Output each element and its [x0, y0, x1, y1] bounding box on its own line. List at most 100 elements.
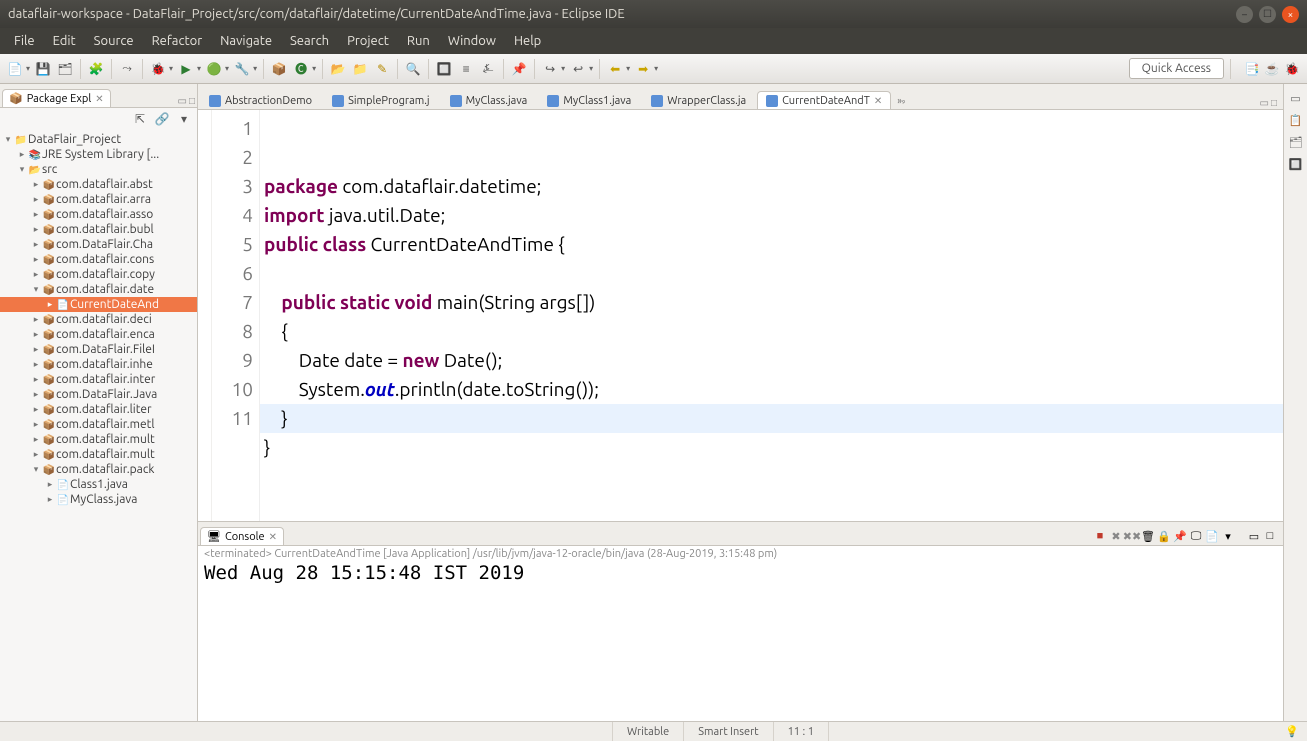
back-button[interactable]: ⬅ [606, 60, 624, 78]
package-node[interactable]: ▾📦com.dataflair.pack [0, 462, 197, 477]
outline-icon[interactable]: 🗂 [1288, 134, 1304, 150]
next-annotation-button[interactable]: ↪ [541, 60, 559, 78]
package-node[interactable]: ▸📦com.dataflair.cons [0, 252, 197, 267]
menu-window[interactable]: Window [440, 32, 504, 50]
console-tab[interactable]: 🖥 Console ✕ [200, 527, 284, 545]
new-dropdown[interactable]: ▾ [26, 64, 30, 73]
editor-tab[interactable]: AbstractionDemo [200, 91, 321, 109]
tip-icon[interactable]: 💡 [1285, 725, 1299, 738]
toggle-block-button[interactable]: ≡ [457, 60, 475, 78]
minimize-editor-icon[interactable]: ▭ [1260, 97, 1269, 109]
display-console-button[interactable]: 🖵 [1189, 529, 1203, 543]
package-node[interactable]: ▸📦com.dataflair.arra [0, 192, 197, 207]
restore-view-icon[interactable]: ▭ [1288, 90, 1304, 106]
menu-source[interactable]: Source [86, 32, 142, 50]
menu-file[interactable]: File [6, 32, 43, 50]
code-content[interactable]: package com.dataflair.datetime; import j… [260, 110, 1283, 521]
run-button[interactable]: ▶ [177, 60, 195, 78]
package-node[interactable]: ▸📦com.dataflair.inter [0, 372, 197, 387]
pin-console-button[interactable]: 📌 [1173, 529, 1187, 543]
task-list-icon[interactable]: 📋 [1288, 112, 1304, 128]
close-view-icon[interactable]: ✕ [95, 93, 103, 105]
save-all-button[interactable]: 🗂 [56, 60, 74, 78]
prev-ann-dropdown[interactable]: ▾ [589, 64, 593, 73]
next-ann-dropdown[interactable]: ▾ [561, 64, 565, 73]
trim-item-icon[interactable]: 🔲 [1288, 156, 1304, 172]
more-tabs-indicator[interactable]: »⁹ [897, 95, 905, 109]
package-node[interactable]: ▸📦com.dataflair.asso [0, 207, 197, 222]
window-maximize-button[interactable]: ☐ [1259, 6, 1276, 23]
maximize-console-icon[interactable]: □ [1263, 529, 1277, 543]
search-button[interactable]: 🔍 [404, 60, 422, 78]
open-console-button[interactable]: 📄 [1205, 529, 1219, 543]
pin-button[interactable]: 📌 [510, 60, 528, 78]
package-node[interactable]: ▸📦com.DataFlair.FileI [0, 342, 197, 357]
toggle-mark-button[interactable]: 🔲 [435, 60, 453, 78]
new-package-button[interactable]: 📦 [270, 60, 288, 78]
new-button[interactable]: 📄 [6, 60, 24, 78]
package-node[interactable]: ▸📦com.dataflair.metl [0, 417, 197, 432]
menu-refactor[interactable]: Refactor [144, 32, 211, 50]
save-button[interactable]: 💾 [34, 60, 52, 78]
debug-dropdown[interactable]: ▾ [169, 64, 173, 73]
package-node[interactable]: ▸📦com.dataflair.liter [0, 402, 197, 417]
window-minimize-button[interactable]: – [1236, 6, 1253, 23]
coverage-dropdown[interactable]: ▾ [225, 64, 229, 73]
link-editor-button[interactable]: 🔗 [153, 110, 171, 128]
minimize-view-icon[interactable]: ▭ [178, 95, 187, 107]
quick-access-button[interactable]: Quick Access [1129, 58, 1224, 79]
clear-console-button[interactable]: 🗑 [1141, 529, 1155, 543]
package-node[interactable]: ▾📦com.dataflair.date [0, 282, 197, 297]
close-tab-icon[interactable]: ✕ [874, 95, 882, 107]
annotation-ruler[interactable] [198, 110, 212, 521]
show-whitespace-button[interactable]: ⍼ [479, 60, 497, 78]
forward-button[interactable]: ➡ [634, 60, 652, 78]
java-file-node[interactable]: ▸📄MyClass.java [0, 492, 197, 507]
open-resource-button[interactable]: ✎ [373, 60, 391, 78]
package-node[interactable]: ▸📦com.DataFlair.Java [0, 387, 197, 402]
toggle-breadcrumb-button[interactable]: 🧩 [87, 60, 105, 78]
src-node[interactable]: ▾📂src [0, 162, 197, 177]
editor-tab[interactable]: SimpleProgram.j [323, 91, 439, 109]
scroll-lock-button[interactable]: 🔒 [1157, 529, 1171, 543]
window-close-button[interactable]: × [1282, 6, 1299, 23]
package-explorer-tab[interactable]: 📦 Package Expl ✕ [2, 89, 111, 107]
java-file-node[interactable]: ▸📄Class1.java [0, 477, 197, 492]
package-node[interactable]: ▸📦com.dataflair.abst [0, 177, 197, 192]
remove-all-button[interactable]: ✖✖ [1125, 529, 1139, 543]
prev-annotation-button[interactable]: ↩ [569, 60, 587, 78]
open-type-button[interactable]: 📂 [329, 60, 347, 78]
forward-dropdown[interactable]: ▾ [654, 64, 658, 73]
skip-breakpoints-button[interactable]: ⤳ [118, 60, 136, 78]
new-class-dropdown[interactable]: ▾ [312, 64, 316, 73]
menu-run[interactable]: Run [399, 32, 438, 50]
console-output[interactable]: Wed Aug 28 15:15:48 IST 2019 [198, 562, 1283, 721]
package-node[interactable]: ▸📦com.dataflair.copy [0, 267, 197, 282]
package-node[interactable]: ▸📦com.dataflair.mult [0, 432, 197, 447]
package-node[interactable]: ▸📦com.DataFlair.Cha [0, 237, 197, 252]
close-console-icon[interactable]: ✕ [269, 531, 277, 543]
back-dropdown[interactable]: ▾ [626, 64, 630, 73]
run-last-dropdown[interactable]: ▾ [253, 64, 257, 73]
editor-tab-active[interactable]: CurrentDateAndT✕ [757, 91, 891, 109]
menu-search[interactable]: Search [282, 32, 337, 50]
java-perspective-button[interactable]: ☕ [1263, 60, 1281, 78]
console-dropdown[interactable]: ▾ [1221, 529, 1235, 543]
collapse-all-button[interactable]: ⇱ [131, 110, 149, 128]
editor-tab[interactable]: MyClass1.java [538, 91, 640, 109]
terminate-button[interactable]: ■ [1093, 529, 1107, 543]
maximize-editor-icon[interactable]: □ [1271, 97, 1277, 109]
open-task-button[interactable]: 📁 [351, 60, 369, 78]
jre-node[interactable]: ▸📚JRE System Library [... [0, 147, 197, 162]
editor-tab[interactable]: WrapperClass.ja [642, 91, 755, 109]
debug-button[interactable]: 🐞 [149, 60, 167, 78]
remove-launch-button[interactable]: ✖ [1109, 529, 1123, 543]
menu-project[interactable]: Project [339, 32, 397, 50]
view-menu-button[interactable]: ▾ [175, 110, 193, 128]
run-dropdown[interactable]: ▾ [197, 64, 201, 73]
package-node[interactable]: ▸📦com.dataflair.enca [0, 327, 197, 342]
package-node[interactable]: ▸📦com.dataflair.deci [0, 312, 197, 327]
debug-perspective-button[interactable]: 🐞 [1283, 60, 1301, 78]
package-node[interactable]: ▸📦com.dataflair.mult [0, 447, 197, 462]
code-editor[interactable]: 1234567891011 package com.dataflair.date… [198, 110, 1283, 521]
